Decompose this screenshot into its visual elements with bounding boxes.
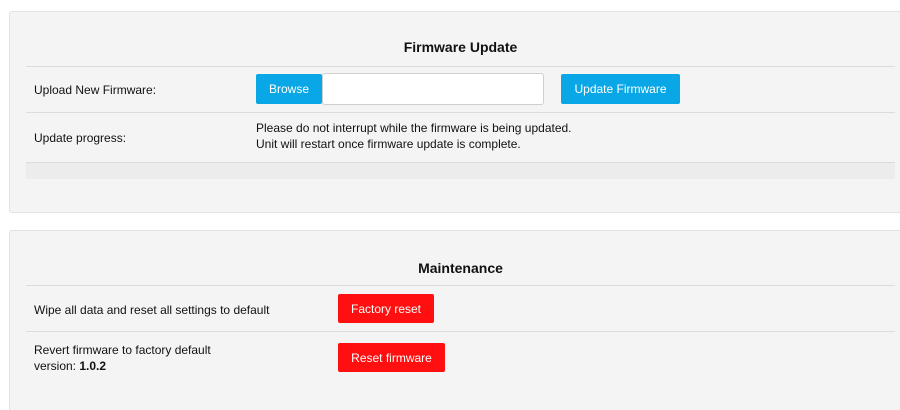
update-warning-message: Please do not interrupt while the firmwa… bbox=[256, 120, 572, 152]
version-prefix: version: bbox=[34, 359, 80, 373]
firmware-update-title: Firmware Update bbox=[403, 39, 518, 55]
update-firmware-button[interactable]: Update Firmware bbox=[561, 74, 680, 104]
reset-firmware-button[interactable]: Reset firmware bbox=[338, 343, 445, 372]
firmware-panel-footer-strip bbox=[26, 163, 895, 179]
revert-firmware-text: Revert firmware to factory default bbox=[34, 343, 211, 357]
firmware-update-panel: Firmware Update Upload New Firmware: Bro… bbox=[9, 11, 900, 213]
wipe-data-label: Wipe all data and reset all settings to … bbox=[34, 303, 270, 317]
factory-reset-button[interactable]: Factory reset bbox=[338, 294, 434, 323]
upload-firmware-label: Upload New Firmware: bbox=[34, 83, 157, 97]
revert-firmware-label: Revert firmware to factory default versi… bbox=[34, 342, 211, 374]
maintenance-title: Maintenance bbox=[418, 260, 503, 276]
upload-firmware-row: Upload New Firmware: Browse Update Firmw… bbox=[26, 66, 895, 113]
firmware-version-line: version: 1.0.2 bbox=[34, 358, 211, 374]
firmware-file-field[interactable] bbox=[322, 73, 544, 105]
update-warning-line1: Please do not interrupt while the firmwa… bbox=[256, 121, 572, 135]
maintenance-panel: Maintenance Wipe all data and reset all … bbox=[9, 230, 900, 410]
browse-button[interactable]: Browse bbox=[256, 74, 322, 104]
update-progress-label: Update progress: bbox=[34, 131, 127, 145]
update-progress-row: Update progress: Please do not interrupt… bbox=[26, 112, 895, 163]
factory-version-value: 1.0.2 bbox=[79, 359, 107, 373]
factory-reset-row: Wipe all data and reset all settings to … bbox=[26, 285, 895, 332]
update-warning-line2: Unit will restart once firmware update i… bbox=[256, 137, 521, 151]
reset-firmware-row: Revert firmware to factory default versi… bbox=[26, 331, 895, 392]
